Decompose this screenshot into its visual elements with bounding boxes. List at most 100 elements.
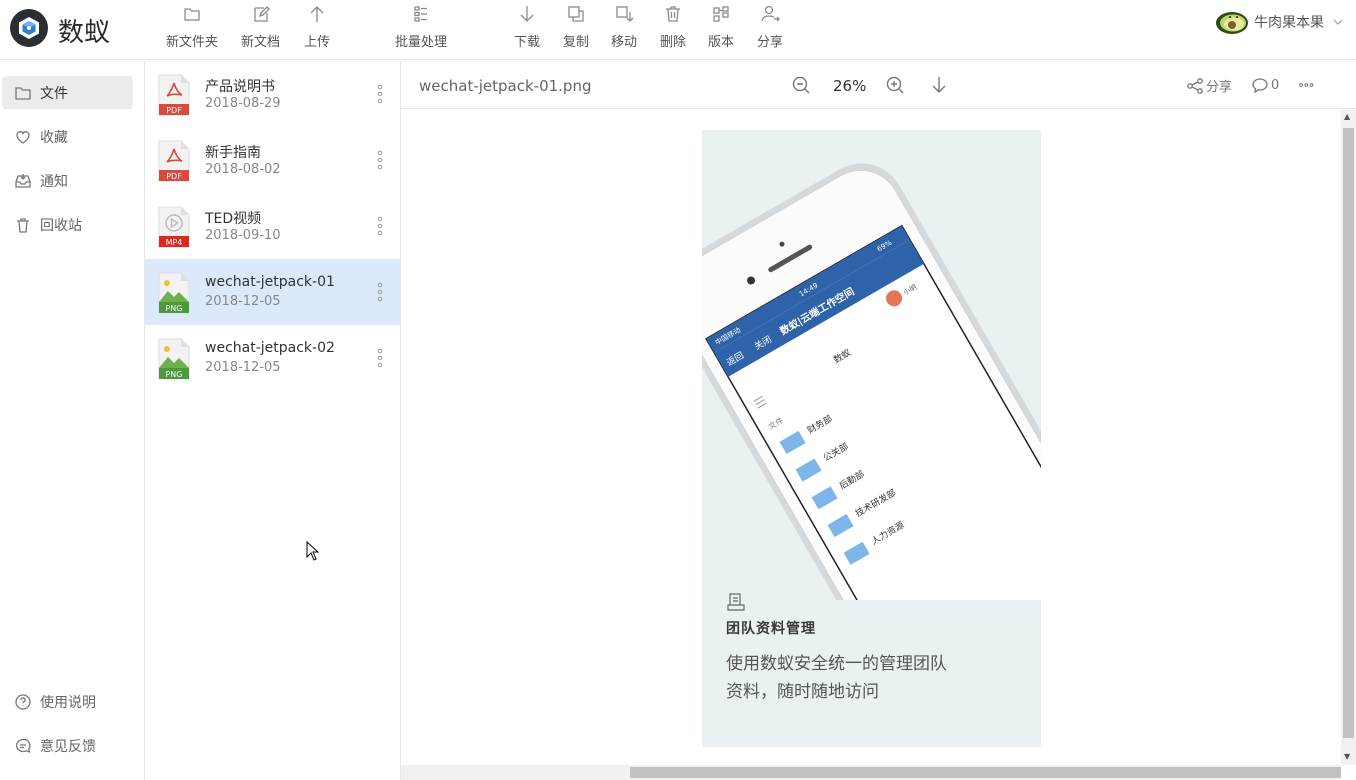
card-line-2: 资料，随时随地访问: [726, 682, 879, 702]
file-item[interactable]: PDF 产品说明书 2018-08-29: [145, 61, 400, 127]
new-doc-label: 新文档: [241, 35, 281, 50]
trash-icon: [666, 6, 680, 22]
more-vertical-icon[interactable]: [373, 347, 387, 369]
preview-header: wechat-jetpack-01.png 26% 分享 0: [401, 61, 1356, 109]
card-title: 团队资料管理: [726, 621, 816, 637]
zoom-in-icon: [886, 76, 904, 94]
file-item-selected[interactable]: PNG wechat-jetpack-01 2018-12-05: [145, 259, 400, 325]
folder-icon: [184, 8, 200, 21]
share-nodes-icon: [1187, 77, 1203, 94]
video-file-icon: MP4: [158, 206, 190, 248]
version-icon: [713, 6, 729, 22]
horizontal-scroll-thumb[interactable]: [630, 767, 1341, 778]
arrow-up-icon: [310, 6, 324, 22]
batch-label: 批量处理: [395, 35, 448, 50]
file-date: 2018-12-05: [205, 294, 281, 309]
zoom-level: 26%: [833, 77, 867, 95]
file-date: 2018-12-05: [205, 360, 281, 375]
delete-button[interactable]: 删除: [660, 4, 686, 50]
file-item[interactable]: PNG wechat-jetpack-02 2018-12-05: [145, 325, 400, 391]
download-label: 下载: [514, 35, 541, 50]
file-name: wechat-jetpack-02: [205, 340, 335, 356]
preview-image: 中国移动 14:49 69% 返回 关闭 数蚁|云端工作空间 小明 数蚁 文件: [702, 130, 1041, 747]
svg-text:PDF: PDF: [166, 172, 182, 181]
zoom-out-icon: [792, 76, 810, 94]
sidebar-item-favorites[interactable]: 收藏: [2, 120, 133, 153]
app-logo-icon[interactable]: [10, 9, 48, 47]
chat-icon: [16, 738, 31, 753]
upload-button[interactable]: 上传: [304, 4, 330, 50]
feedback-link[interactable]: 意见反馈: [2, 729, 133, 762]
top-toolbar: 数蚁 新文件夹 新文档 上传 批量处理 下载 复制 移动 删除 版本 分享 牛肉…: [0, 0, 1356, 60]
share-button[interactable]: 分享: [757, 4, 783, 50]
new-folder-label: 新文件夹: [166, 35, 219, 50]
svg-text:PNG: PNG: [165, 304, 182, 313]
more-vertical-icon[interactable]: [373, 215, 387, 237]
sidebar-item-notifications[interactable]: 通知: [2, 164, 133, 197]
new-folder-button[interactable]: 新文件夹: [166, 4, 218, 50]
help-link[interactable]: 使用说明: [2, 685, 133, 718]
file-name: 新手指南: [205, 145, 261, 161]
share-link-label: 分享: [1206, 80, 1233, 95]
file-item[interactable]: PDF 新手指南 2018-08-02: [145, 127, 400, 193]
trash-icon: [17, 217, 29, 233]
version-label: 版本: [708, 35, 735, 50]
sidebar-item-trash[interactable]: 回收站: [2, 208, 133, 241]
file-item[interactable]: MP4 TED视频 2018-09-10: [145, 193, 400, 259]
preview-canvas: 中国移动 14:49 69% 返回 关闭 数蚁|云端工作空间 小明 数蚁 文件: [401, 110, 1341, 765]
more-vertical-icon[interactable]: [373, 83, 387, 105]
more-options-button[interactable]: [1298, 76, 1316, 94]
mouse-cursor-icon: [306, 541, 320, 561]
card-line-1: 使用数蚁安全统一的管理团队: [726, 654, 947, 674]
more-vertical-icon[interactable]: [373, 281, 387, 303]
sidebar-item-files[interactable]: 文件: [2, 76, 133, 109]
batch-button[interactable]: 批量处理: [395, 4, 447, 50]
arrow-down-icon: [932, 77, 946, 93]
download-preview-button[interactable]: [929, 75, 949, 95]
horizontal-scrollbar[interactable]: [401, 765, 1341, 780]
sidebar: 文件 收藏 通知 回收站 使用说明 意见反馈: [0, 61, 145, 780]
upload-label: 上传: [304, 35, 331, 50]
version-button[interactable]: 版本: [708, 4, 734, 50]
share-user-icon: [761, 5, 780, 22]
zoom-in-button[interactable]: [885, 75, 905, 95]
file-date: 2018-08-02: [205, 162, 281, 177]
app-name: 数蚁: [58, 18, 111, 48]
svg-text:MP4: MP4: [166, 238, 183, 247]
vertical-scrollbar[interactable]: ▲ ▼: [1341, 110, 1356, 765]
vertical-scroll-thumb[interactable]: [1343, 128, 1354, 738]
scroll-down-arrow-icon[interactable]: ▼: [1344, 752, 1350, 761]
share-label: 分享: [757, 35, 784, 50]
move-button[interactable]: 移动: [611, 4, 637, 50]
sidebar-item-label: 文件: [40, 85, 68, 102]
image-file-icon: PNG: [158, 272, 190, 314]
move-icon: [616, 6, 634, 22]
new-doc-button[interactable]: 新文档: [241, 4, 280, 50]
document-icon: [727, 593, 745, 611]
preview-pane: wechat-jetpack-01.png 26% 分享 0 中国移动 14:4…: [401, 61, 1356, 780]
file-date: 2018-08-29: [205, 96, 281, 111]
image-file-icon: PNG: [158, 338, 190, 380]
share-link-button[interactable]: 分享: [1186, 76, 1232, 95]
question-icon: [15, 693, 31, 710]
user-menu[interactable]: 牛肉果本果: [1214, 8, 1344, 36]
help-label: 使用说明: [40, 694, 96, 711]
folder-icon: [15, 86, 31, 100]
list-icon: [414, 6, 427, 22]
file-name: wechat-jetpack-01: [205, 274, 335, 290]
file-name: TED视频: [205, 211, 262, 227]
scroll-up-arrow-icon[interactable]: ▲: [1344, 112, 1350, 121]
download-button[interactable]: 下载: [514, 4, 540, 50]
copy-button[interactable]: 复制: [563, 4, 589, 50]
username: 牛肉果本果: [1254, 15, 1324, 31]
zoom-out-button[interactable]: [791, 75, 811, 95]
sidebar-item-label: 通知: [40, 173, 68, 190]
preview-filename: wechat-jetpack-01.png: [419, 77, 592, 95]
inbox-icon: [15, 173, 31, 188]
copy-label: 复制: [563, 35, 590, 50]
feedback-label: 意见反馈: [40, 738, 96, 755]
more-vertical-icon[interactable]: [373, 149, 387, 171]
file-list: PDF 产品说明书 2018-08-29 PDF 新手指南 2018-08-02…: [145, 61, 401, 780]
sidebar-item-label: 回收站: [40, 217, 82, 234]
comments-button[interactable]: 0: [1251, 76, 1279, 94]
